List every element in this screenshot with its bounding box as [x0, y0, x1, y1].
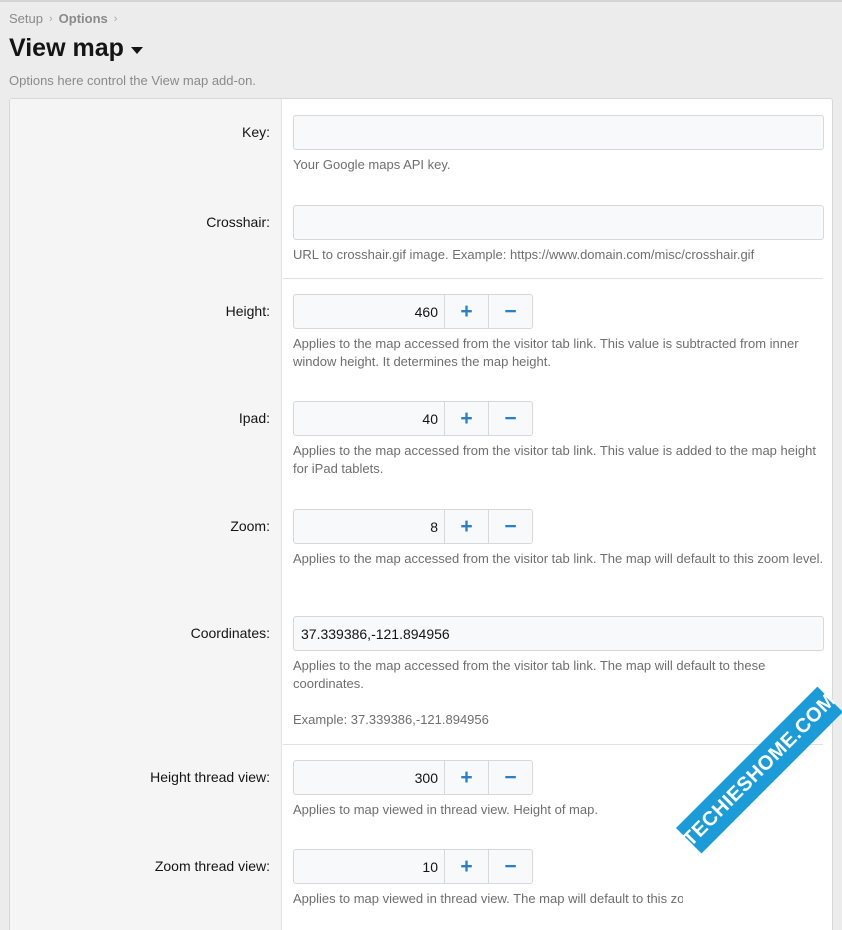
zoom-hint: Applies to the map accessed from the vis…: [293, 551, 824, 566]
zoom-thread-view-decrement-button[interactable]: −: [488, 850, 532, 883]
height-increment-button[interactable]: +: [444, 295, 488, 328]
height-label: Height:: [225, 303, 270, 319]
coordinates-hint: Applies to the map accessed from the vis…: [293, 658, 766, 691]
coordinates-input[interactable]: [293, 616, 824, 651]
height-thread-view-hint: Applies to map viewed in thread view. He…: [293, 802, 598, 817]
options-form: Key: Your Google maps API key. Crosshair…: [9, 98, 833, 930]
height-thread-view-increment-button[interactable]: +: [444, 761, 488, 794]
ipad-decrement-button[interactable]: −: [488, 402, 532, 435]
section-divider: [283, 278, 823, 279]
zoom-input[interactable]: [294, 510, 444, 543]
height-decrement-button[interactable]: −: [488, 295, 532, 328]
height-thread-view-stepper: + −: [293, 760, 533, 795]
page-description: Options here control the View map add-on…: [9, 73, 256, 88]
breadcrumb: Setup › Options ›: [9, 11, 123, 26]
key-input[interactable]: [293, 115, 824, 150]
zoom-thread-view-increment-button[interactable]: +: [444, 850, 488, 883]
ipad-label: Ipad:: [238, 410, 270, 426]
coordinates-example: Example: 37.339386,-121.894956: [293, 712, 489, 727]
zoom-increment-button[interactable]: +: [444, 510, 488, 543]
key-label: Key:: [241, 124, 270, 140]
crosshair-input[interactable]: [293, 205, 824, 240]
height-thread-view-input[interactable]: [294, 761, 444, 794]
ipad-stepper: + −: [293, 401, 533, 436]
height-thread-view-label: Height thread view:: [150, 769, 270, 785]
ipad-input[interactable]: [294, 402, 444, 435]
zoom-label: Zoom:: [230, 518, 270, 534]
height-thread-view-decrement-button[interactable]: −: [488, 761, 532, 794]
breadcrumb-separator: ›: [113, 12, 118, 25]
breadcrumb-separator: ›: [48, 12, 53, 25]
breadcrumb-item-setup[interactable]: Setup: [9, 11, 43, 26]
crosshair-label: Crosshair:: [206, 214, 270, 230]
zoom-stepper: + −: [293, 509, 533, 544]
height-stepper: + −: [293, 294, 533, 329]
crosshair-hint: URL to crosshair.gif image. Example: htt…: [293, 247, 755, 262]
zoom-decrement-button[interactable]: −: [488, 510, 532, 543]
breadcrumb-item-options[interactable]: Options: [59, 11, 108, 26]
zoom-thread-view-hint: Applies to map viewed in thread view. Th…: [293, 891, 683, 906]
coordinates-label: Coordinates:: [190, 625, 270, 641]
key-hint: Your Google maps API key.: [293, 157, 451, 172]
zoom-thread-view-label: Zoom thread view:: [154, 858, 270, 874]
ipad-hint: Applies to the map accessed from the vis…: [293, 443, 816, 476]
page-title: View map: [9, 34, 143, 63]
section-divider: [283, 744, 823, 745]
zoom-thread-view-stepper: + −: [293, 849, 533, 884]
height-hint: Applies to the map accessed from the vis…: [293, 336, 799, 369]
zoom-thread-view-input[interactable]: [294, 850, 444, 883]
caret-down-icon[interactable]: [130, 46, 143, 54]
page-title-text: View map: [9, 34, 124, 62]
height-input[interactable]: [294, 295, 444, 328]
ipad-increment-button[interactable]: +: [444, 402, 488, 435]
top-border: [0, 0, 842, 2]
